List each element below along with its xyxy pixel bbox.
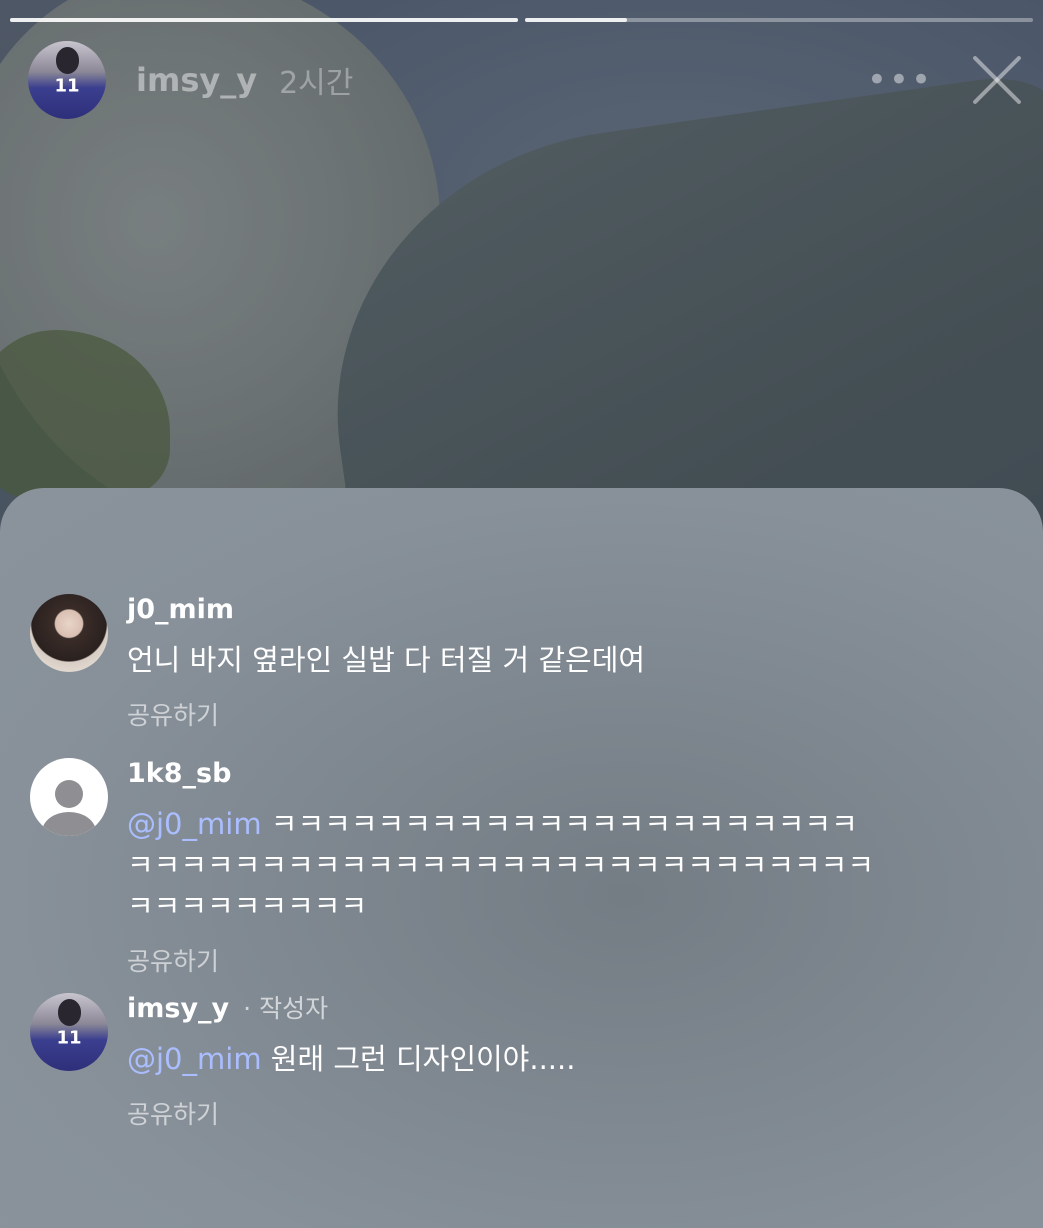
avatar[interactable]: 11 — [30, 993, 108, 1071]
share-button[interactable]: 공유하기 — [127, 696, 1013, 732]
share-button[interactable]: 공유하기 — [127, 1095, 1013, 1131]
story-username[interactable]: imsy_y — [136, 61, 257, 99]
comments-sheet: j0_mim 언니 바지 옆라인 실밥 다 터질 거 같은데여 공유하기 1k8… — [0, 488, 1043, 1228]
comment-text: @j0_mim 원래 그런 디자인이야..... — [127, 1039, 1013, 1080]
avatar[interactable] — [30, 594, 108, 672]
comment-text: 언니 바지 옆라인 실밥 다 터질 거 같은데여 — [127, 643, 646, 677]
story-progress-bar-2 — [525, 18, 1033, 22]
mention-link[interactable]: @j0_mim — [127, 807, 262, 841]
comment-username[interactable]: 1k8_sb — [127, 758, 883, 790]
avatar-jersey-number: 11 — [56, 1027, 82, 1049]
default-avatar-icon[interactable] — [30, 758, 108, 836]
author-badge: · 작성자 — [243, 994, 329, 1023]
story-progress-bar-1 — [10, 18, 518, 22]
mention-link[interactable]: @j0_mim — [127, 1042, 262, 1076]
story-time: 2시간 — [279, 66, 354, 101]
story-avatar[interactable]: 11 — [28, 41, 106, 119]
share-button[interactable]: 공유하기 — [127, 942, 883, 978]
comment-username[interactable]: imsy_y — [127, 993, 229, 1024]
comment-username[interactable]: j0_mim — [127, 594, 1013, 626]
story-header: 11 imsy_y 2시간 ••• — [28, 40, 1023, 120]
more-icon[interactable]: ••• — [867, 63, 933, 97]
comment-text: @j0_mim ㅋㅋㅋㅋㅋㅋㅋㅋㅋㅋㅋㅋㅋㅋㅋㅋㅋㅋㅋㅋㅋㅋㅋㅋㅋㅋㅋㅋㅋㅋㅋㅋ… — [127, 804, 883, 927]
close-icon[interactable] — [971, 54, 1023, 106]
avatar-jersey-number: 11 — [54, 75, 80, 97]
comment-text-body: 원래 그런 디자인이야..... — [270, 1042, 576, 1076]
